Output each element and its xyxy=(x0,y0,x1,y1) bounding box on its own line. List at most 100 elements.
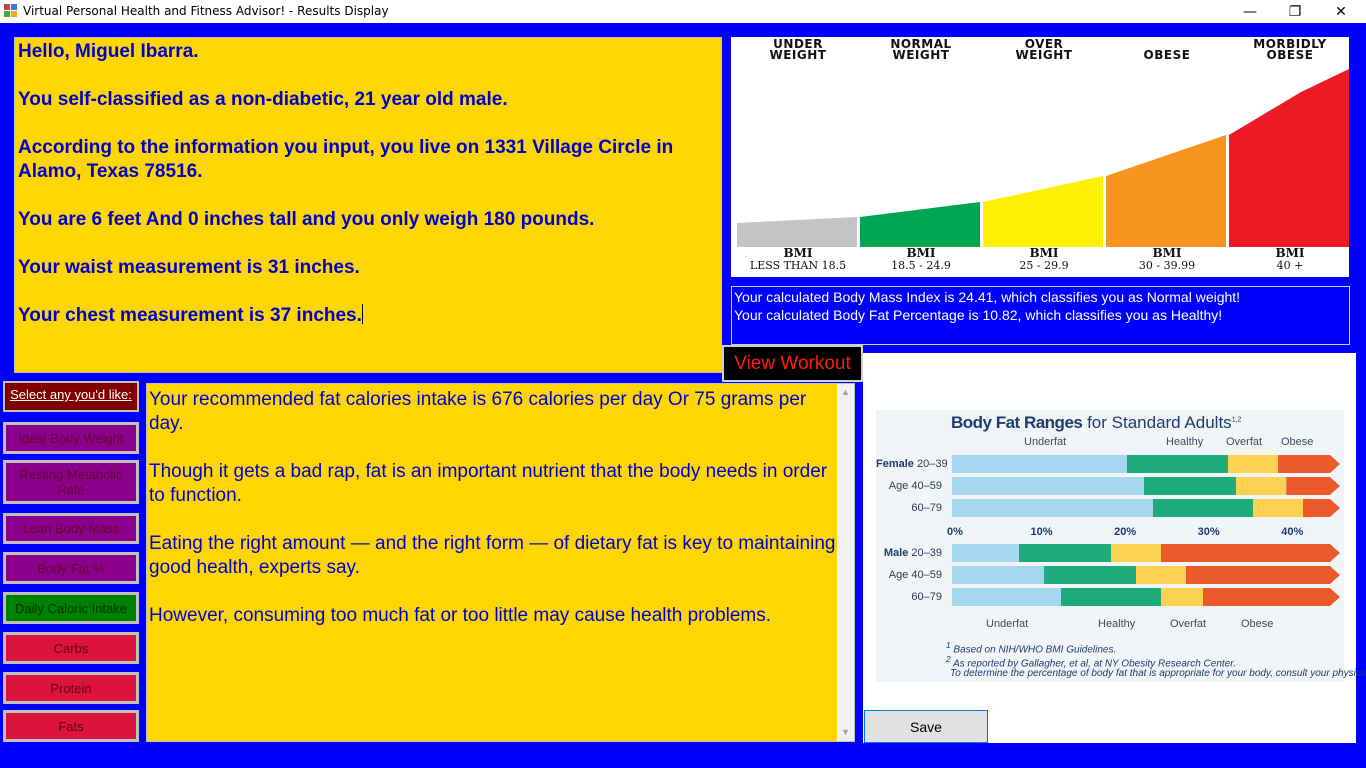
bmi-result-text: Your calculated Body Mass Index is 24.41… xyxy=(734,289,1241,305)
body-fat-category-label: Underfat xyxy=(986,618,1029,630)
body-fat-axis-tick: 20% xyxy=(1114,526,1137,538)
scroll-down-arrow-icon[interactable]: ▼ xyxy=(837,724,854,741)
bmi-category-bar xyxy=(1106,135,1226,247)
body-fat-range-segment xyxy=(1152,499,1253,517)
classification-text: You self-classified as a non-diabetic, 2… xyxy=(18,89,508,110)
body-fat-ranges-chart: Body Fat Ranges for Standard Adults1,2 1… xyxy=(876,410,1366,682)
body-fat-row-label: Age 40–59 xyxy=(888,569,942,581)
body-fat-axis-tick: 40% xyxy=(1281,526,1304,538)
body-fat-range-segment xyxy=(952,499,1153,517)
body-fat-row-label: Female 20–39 xyxy=(876,458,948,470)
body-fat-range-segment xyxy=(952,455,1128,473)
bmi-label: BMI xyxy=(783,246,813,260)
body-fat-range-segment xyxy=(1144,477,1237,495)
waist-text: Your waist measurement is 31 inches. xyxy=(18,257,360,278)
bmi-category-heading: MORBIDLY OBESE xyxy=(1253,37,1327,62)
window-title: Virtual Personal Health and Fitness Advi… xyxy=(23,4,389,18)
body-fat-axis-tick: 30% xyxy=(1197,526,1220,538)
vertical-scrollbar[interactable]: ▲ ▼ xyxy=(837,384,854,741)
bmi-category-heading: NORMAL WEIGHT xyxy=(890,37,952,62)
body-fat-result-text: Your calculated Body Fat Percentage is 1… xyxy=(734,307,1223,323)
user-info-textbox[interactable]: Hello, Miguel Ibarra. You self-classifie… xyxy=(14,37,722,373)
body-fat-range-segment xyxy=(1018,544,1111,562)
body-fat-category-label: Obese xyxy=(1281,436,1314,448)
chest-text: Your chest measurement is 37 inches. xyxy=(18,305,362,326)
body-fat-row-label: Male 20–39 xyxy=(883,547,942,559)
bmi-category-bar xyxy=(983,176,1103,247)
body-fat-category-label: Healthy xyxy=(1098,618,1136,630)
text-caret xyxy=(361,304,363,324)
close-button[interactable]: ✕ xyxy=(1318,0,1364,23)
body-fat-axis-tick: 0% xyxy=(947,526,963,538)
body-fat-range-segment xyxy=(952,588,1061,606)
bmi-category-heading: UNDER WEIGHT xyxy=(769,37,827,62)
body-fat-row-label: 60–79 xyxy=(911,591,942,603)
ideal-body-weight-button[interactable]: Ideal Body Weight xyxy=(3,422,139,454)
body-fat-range-segment xyxy=(1227,455,1278,473)
body-fat-range-segment xyxy=(1303,499,1340,517)
content-paragraph: However, consuming too much fat or too l… xyxy=(149,605,772,626)
bmi-range-label: 25 - 29.9 xyxy=(1019,259,1069,272)
app-icon xyxy=(4,4,18,18)
content-paragraph: Though it gets a bad rap, fat is an impo… xyxy=(149,461,828,506)
body-fat-percent-button[interactable]: Body Fat % xyxy=(3,552,139,584)
bmi-label: BMI xyxy=(1029,246,1059,260)
height-weight-text: You are 6 feet And 0 inches tall and you… xyxy=(18,209,595,230)
lean-body-mass-button[interactable]: Lean Body Mass xyxy=(3,513,139,544)
results-textbox[interactable]: Your calculated Body Mass Index is 24.41… xyxy=(731,286,1350,345)
resting-metabolic-rate-button[interactable]: Resting Metabolic Rate xyxy=(3,460,139,504)
maximize-button[interactable]: ❐ xyxy=(1272,0,1318,23)
body-fat-range-segment xyxy=(1236,477,1287,495)
body-fat-range-segment xyxy=(1135,566,1186,584)
body-fat-category-label: Overfat xyxy=(1226,436,1263,448)
bmi-category-bar xyxy=(1229,69,1349,247)
bmi-category-bar xyxy=(860,202,980,247)
body-fat-ranges-panel: Body Fat Ranges for Standard Adults1,2 1… xyxy=(863,353,1366,743)
save-button[interactable]: Save xyxy=(864,710,988,743)
scroll-up-arrow-icon[interactable]: ▲ xyxy=(837,384,854,401)
body-fat-range-segment xyxy=(1186,566,1340,584)
protein-button[interactable]: Protein xyxy=(3,672,139,704)
content-paragraph: Your recommended fat calories intake is … xyxy=(149,389,807,434)
body-fat-range-segment xyxy=(1161,544,1340,562)
body-fat-axis-tick: 10% xyxy=(1030,526,1053,538)
body-fat-range-segment xyxy=(952,544,1019,562)
daily-caloric-intake-button[interactable]: Daily Caloric Intake xyxy=(3,592,139,624)
body-fat-chart-title: Body Fat Ranges for Standard Adults1,2 xyxy=(951,413,1242,432)
nutrient-info-textbox[interactable]: Your recommended fat calories intake is … xyxy=(146,383,855,742)
content-paragraph: Eating the right amount — and the right … xyxy=(149,533,836,578)
body-fat-row-label: 60–79 xyxy=(911,502,942,514)
menu-header-label: Select any you'd like: xyxy=(3,381,139,412)
body-fat-range-segment xyxy=(952,566,1044,584)
body-fat-range-segment xyxy=(1043,566,1136,584)
carbs-button[interactable]: Carbs xyxy=(3,632,139,664)
bmi-range-label: 40 + xyxy=(1276,259,1304,272)
bmi-category-chart: UNDER WEIGHT BMI LESS THAN 18.5 NORMAL WEIGHT… xyxy=(731,37,1349,277)
body-fat-range-segment xyxy=(1252,499,1303,517)
greeting-text: Hello, Miguel Ibarra. xyxy=(18,41,199,62)
minimize-button[interactable]: — xyxy=(1227,0,1273,23)
fats-button[interactable]: Fats xyxy=(3,710,139,742)
bmi-category-heading: OVER WEIGHT xyxy=(1015,37,1073,62)
address-text: According to the information you input, … xyxy=(18,137,674,182)
body-fat-range-segment xyxy=(1060,588,1161,606)
bmi-label: BMI xyxy=(906,246,936,260)
body-fat-category-label: Obese xyxy=(1241,618,1274,630)
body-fat-range-segment xyxy=(1127,455,1228,473)
body-fat-category-label: Healthy xyxy=(1166,436,1204,448)
body-fat-range-segment xyxy=(1160,588,1203,606)
bmi-range-label: 18.5 - 24.9 xyxy=(891,259,951,272)
body-fat-category-label: Overfat xyxy=(1170,618,1207,630)
body-fat-range-segment xyxy=(1203,588,1340,606)
bmi-range-label: LESS THAN 18.5 xyxy=(749,259,847,272)
body-fat-range-segment xyxy=(1110,544,1161,562)
title-bar: Virtual Personal Health and Fitness Advi… xyxy=(0,0,1366,23)
body-fat-row-label: Age 40–59 xyxy=(888,480,942,492)
bmi-category-bar xyxy=(737,217,857,247)
bmi-range-label: 30 - 39.99 xyxy=(1138,259,1196,272)
view-workout-button[interactable]: View Workout xyxy=(722,345,863,382)
body-fat-range-segment xyxy=(1278,455,1340,473)
body-fat-note-3: To determine the percentage of body fat … xyxy=(950,668,1366,679)
bmi-label: BMI xyxy=(1275,246,1305,260)
body-fat-range-segment xyxy=(952,477,1145,495)
